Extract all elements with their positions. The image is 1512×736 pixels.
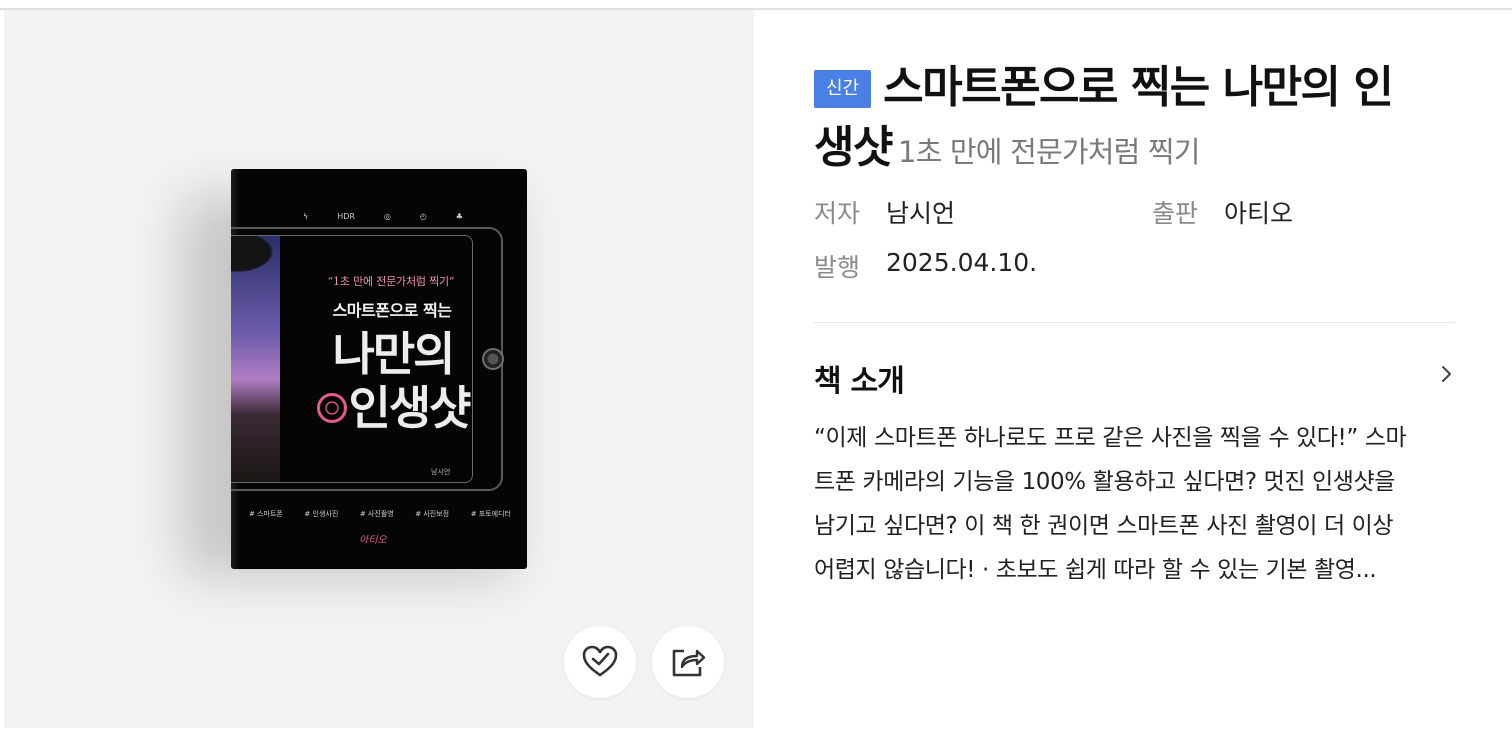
publisher-label: 출판 xyxy=(1152,199,1199,228)
intro-line: 트폰 카메라의 기능을 100% 활용하고 싶다면? 멋진 인생샷을 xyxy=(814,469,1396,495)
hdr-icon: HDR xyxy=(337,212,355,221)
book-cover-image[interactable]: ϟ HDR ◎ ◴ ♣ “1초 만에 전문가처럼 찍기” 스마트폰으로 찍는 나… xyxy=(231,169,527,569)
filter-icon: ♣ xyxy=(455,212,463,221)
heart-check-icon xyxy=(582,645,618,677)
cover-tag: # 사진보정 xyxy=(415,510,450,518)
live-icon: ◎ xyxy=(383,212,391,221)
intro-line: 어렵지 않습니다! · 초보도 쉽게 따라 할 수 있는 기본 촬영... xyxy=(814,557,1377,583)
author-label: 저자 xyxy=(814,199,861,228)
chevron-right-icon[interactable] xyxy=(1434,362,1458,386)
cover-tag: # 포토에디터 xyxy=(470,510,511,518)
book-title-line2: 생샷 xyxy=(814,122,893,173)
book-title: 신간 스마트폰으로 찍는 나만의 인생샷 1초 만에 전문가처럼 찍기 xyxy=(814,58,1454,182)
flash-icon: ϟ xyxy=(303,212,309,221)
shutter-icon xyxy=(316,392,347,423)
publisher-link[interactable]: 아티오 xyxy=(1224,194,1293,230)
intro-description: “이제 스마트폰 하나로도 프로 같은 사진을 찍을 수 있다!” 스마 트폰 … xyxy=(814,416,1444,592)
like-button[interactable] xyxy=(564,626,636,698)
cover-author: 남시언 xyxy=(431,468,451,476)
timer-icon: ◴ xyxy=(419,212,427,221)
new-badge: 신간 xyxy=(814,70,872,108)
cover-publisher-logo: 아티오 xyxy=(359,535,387,546)
intro-heading[interactable]: 책 소개 xyxy=(814,356,905,400)
intro-line: “이제 스마트폰 하나로도 프로 같은 사진을 찍을 수 있다!” 스마 xyxy=(814,425,1407,451)
cover-tags: # 스마트폰 # 인생사진 # 사진촬영 # 사진보정 # 포토에디터 xyxy=(249,509,511,519)
intro-line: 남기고 싶다면? 이 책 한 권이면 스마트폰 사진 촬영이 더 이상 xyxy=(814,513,1394,539)
book-subtitle: 1초 만에 전문가처럼 찍기 xyxy=(897,135,1201,169)
date-label: 발행 xyxy=(814,253,861,282)
cover-title-line2-text: 인생샷 xyxy=(348,381,472,435)
cover-camera-icons: ϟ HDR ◎ ◴ ♣ xyxy=(303,211,463,223)
cover-tag: # 인생사진 xyxy=(304,510,339,518)
book-info: 신간 스마트폰으로 찍는 나만의 인생샷 1초 만에 전문가처럼 찍기 저자 남시언… xyxy=(814,58,1454,583)
cover-quote: “1초 만에 전문가처럼 찍기” xyxy=(327,275,455,288)
share-icon xyxy=(672,649,706,677)
cover-title-line2: 인생샷 xyxy=(293,383,493,434)
section-divider xyxy=(814,322,1454,323)
cover-photo xyxy=(231,236,280,482)
cover-subtitle: 스마트폰으로 찍는 xyxy=(332,301,452,320)
book-cover-panel: ϟ HDR ◎ ◴ ♣ “1초 만에 전문가처럼 찍기” 스마트폰으로 찍는 나… xyxy=(4,10,754,728)
book-title-line1: 스마트폰으로 찍는 나만의 인 xyxy=(883,62,1394,113)
author-link[interactable]: 남시언 xyxy=(886,194,955,230)
cover-tag: # 스마트폰 xyxy=(249,510,283,518)
cover-title-line1: 나만의 xyxy=(332,327,456,381)
cover-tag: # 사진촬영 xyxy=(359,510,394,518)
publish-date: 2025.04.10. xyxy=(886,248,1038,277)
share-button[interactable] xyxy=(652,626,724,698)
